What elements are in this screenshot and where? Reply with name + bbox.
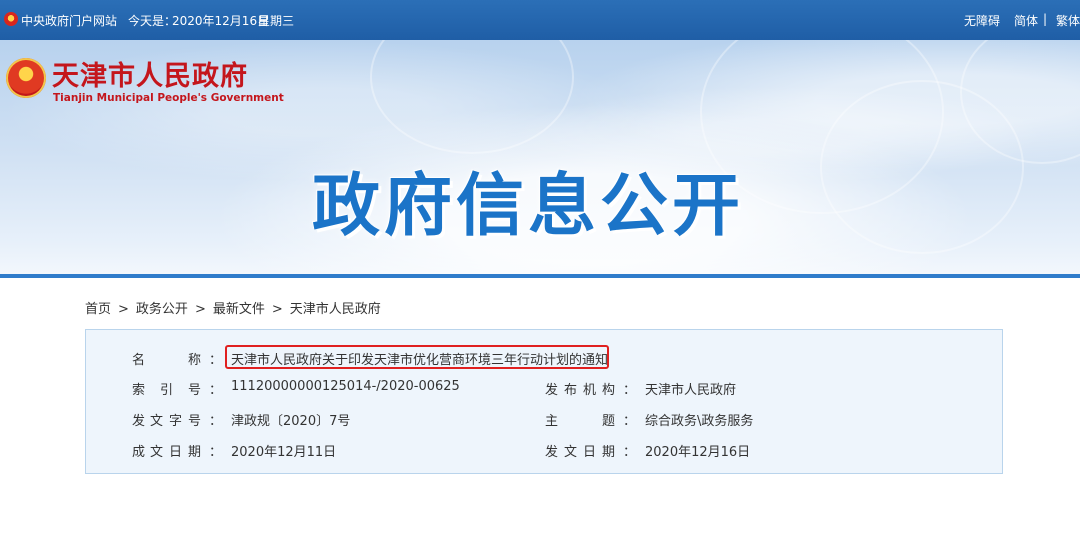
document-info-box: 名 称 ： 天津市人民政府关于印发天津市优化营商环境三年行动计划的通知 索 引 … (85, 329, 1003, 474)
breadcrumb-arrow: > (271, 302, 283, 317)
central-gov-portal-link[interactable]: 中央政府门户网站 (21, 12, 117, 29)
issuer-label-char: 布 (564, 383, 578, 398)
name-label-char: 名 (132, 353, 146, 368)
index-label-char: 引 (160, 383, 174, 398)
site-logo-subtitle: Tianjin Municipal People's Government (53, 92, 284, 104)
traditional-chinese-link[interactable]: 繁体 (1056, 12, 1080, 29)
site-logo-title[interactable]: 天津市人民政府 (52, 54, 248, 93)
breadcrumb-arrow: > (194, 302, 206, 317)
colon: ： (209, 353, 223, 368)
top-bar: 中央政府门户网站 今天是： 2020年12月16日 星期三 无障碍 简体 | 繁… (0, 0, 1080, 40)
published-label-char: 文 (564, 445, 578, 460)
docno-label-char: 发 (132, 414, 146, 429)
created-label-char: 期 (188, 445, 202, 460)
government-emblem-icon (6, 58, 46, 98)
breadcrumb: 首页 > 政务公开 > 最新文件 > 天津市人民政府 (85, 298, 381, 317)
breadcrumb-gov-affairs[interactable]: 政务公开 (136, 302, 188, 317)
created-date-value: 2020年12月11日 (231, 445, 337, 460)
accessibility-link[interactable]: 无障碍 (964, 12, 1000, 29)
header-banner: 天津市人民政府 Tianjin Municipal People's Gover… (0, 40, 1080, 278)
published-label-char: 发 (545, 445, 559, 460)
colon: ： (623, 445, 637, 460)
colon: ： (623, 383, 637, 398)
national-emblem-icon (4, 12, 18, 26)
topic-value: 综合政务\政务服务 (645, 414, 754, 429)
issuer-value: 天津市人民政府 (645, 383, 737, 398)
colon: ： (209, 445, 223, 460)
colon: ： (209, 414, 223, 429)
section-title: 政府信息公开 (312, 167, 745, 246)
document-title-value: 天津市人民政府关于印发天津市优化营商环境三年行动计划的通知 (231, 353, 609, 368)
info-row-name: 名 称 ： 天津市人民政府关于印发天津市优化营商环境三年行动计划的通知 (86, 349, 986, 369)
date-value: 2020年12月16日 (172, 14, 270, 28)
name-label-char: 称 (188, 353, 202, 368)
docno-label-char: 号 (188, 414, 202, 429)
index-number-value: 11120000000125014-/2020-00625 (231, 379, 460, 394)
info-row-dates: 成 文 日 期 ： 2020年12月11日 发 文 日 期 ： 2020年12月… (86, 441, 986, 461)
info-row-docno: 发 文 字 号 ： 津政规〔2020〕7号 主 题 ： 综合政务\政务服务 (86, 410, 986, 430)
language-separator: | (1043, 12, 1048, 26)
breadcrumb-tianjin-gov[interactable]: 天津市人民政府 (290, 302, 381, 317)
published-label-char: 日 (583, 445, 597, 460)
info-row-index: 索 引 号 ： 11120000000125014-/2020-00625 发 … (86, 379, 986, 399)
topic-label-char: 主 (545, 414, 559, 429)
breadcrumb-home[interactable]: 首页 (85, 302, 111, 317)
index-label-char: 号 (188, 383, 202, 398)
docno-label-char: 文 (150, 414, 164, 429)
colon: ： (623, 414, 637, 429)
banner-divider (0, 274, 1080, 278)
breadcrumb-latest-docs[interactable]: 最新文件 (213, 302, 265, 317)
created-label-char: 文 (150, 445, 164, 460)
weekday-value: 星期三 (258, 14, 295, 28)
colon: ： (209, 383, 223, 398)
created-label-char: 日 (169, 445, 183, 460)
created-label-char: 成 (132, 445, 146, 460)
issuer-label-char: 构 (602, 383, 616, 398)
published-label-char: 期 (602, 445, 616, 460)
breadcrumb-arrow: > (118, 302, 129, 317)
simplified-chinese-link[interactable]: 简体 (1014, 12, 1038, 29)
issuer-label-char: 发 (545, 383, 559, 398)
published-date-value: 2020年12月16日 (645, 445, 751, 460)
index-label-char: 索 (132, 383, 146, 398)
document-number-value: 津政规〔2020〕7号 (231, 414, 351, 429)
issuer-label-char: 机 (583, 383, 597, 398)
docno-label-char: 字 (169, 414, 183, 429)
topic-label-char: 题 (602, 414, 616, 429)
date-label: 今天是： (128, 14, 177, 28)
banner-rose-decoration (370, 40, 574, 154)
